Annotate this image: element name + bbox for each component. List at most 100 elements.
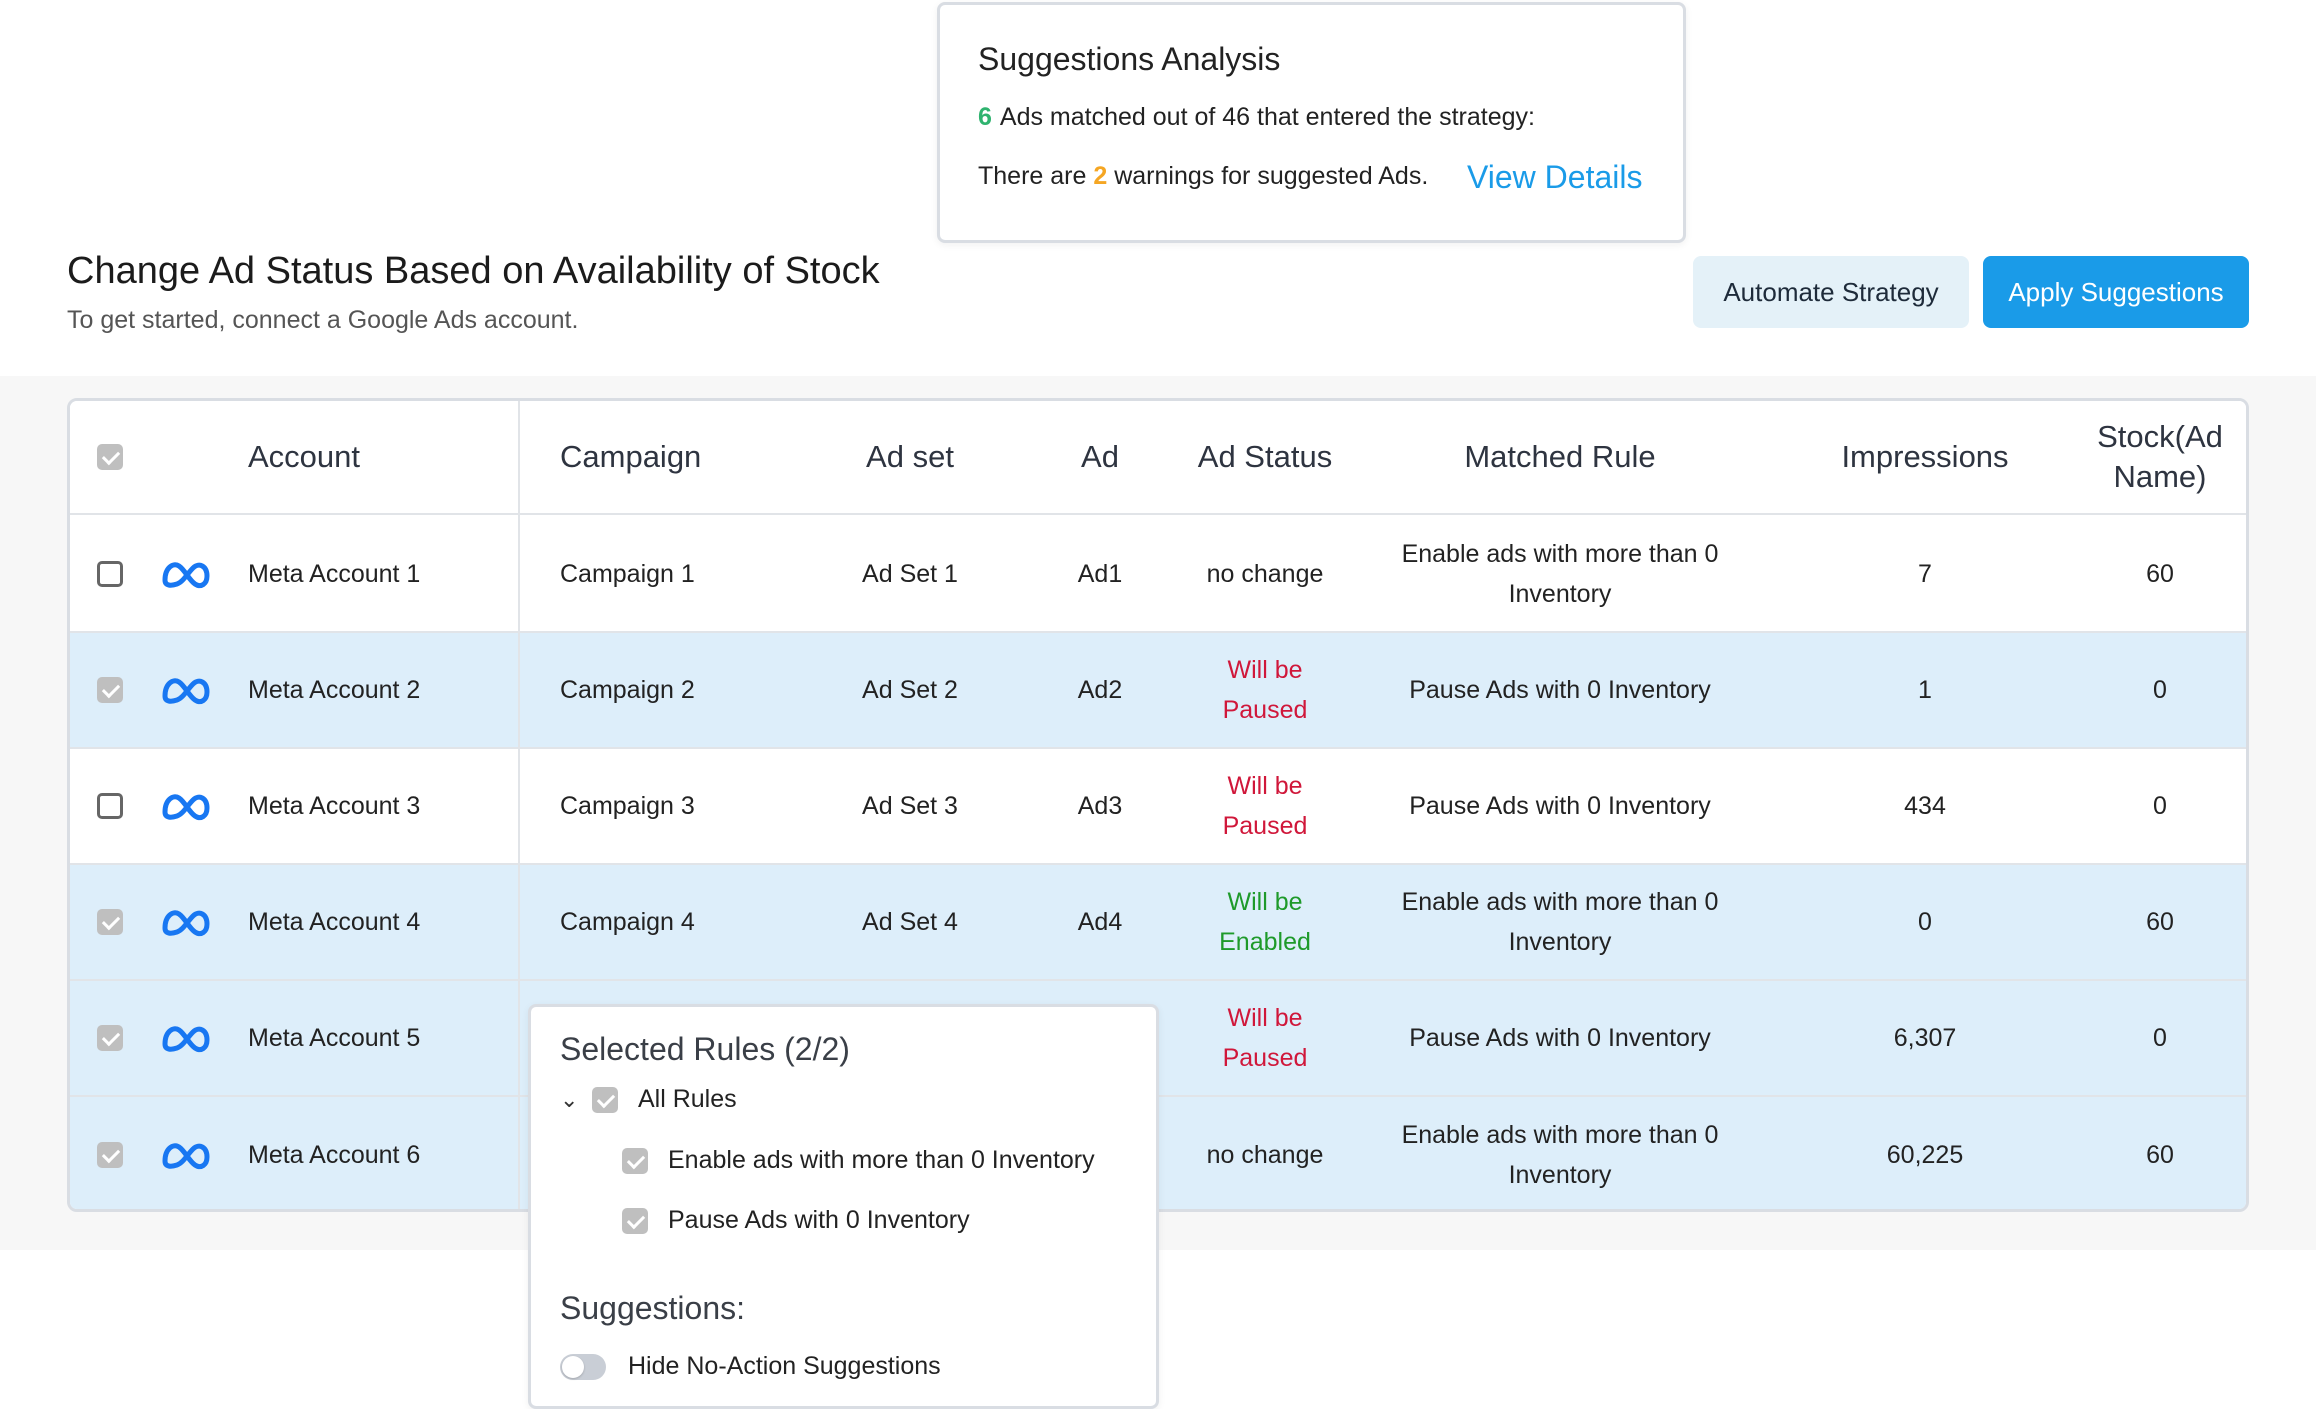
column-header-adset[interactable]: Ad set bbox=[810, 401, 1010, 513]
rule-line2: Inventory bbox=[1508, 1161, 1612, 1189]
warnings-count: 2 bbox=[1093, 162, 1108, 190]
hide-no-action-toggle[interactable] bbox=[560, 1353, 606, 1380]
status-line1: Will be bbox=[1227, 888, 1303, 916]
meta-logo-icon bbox=[162, 910, 210, 937]
stock-cell: 60 bbox=[2146, 908, 2174, 936]
matched-rule-cell: Pause Ads with 0 Inventory bbox=[1370, 749, 1750, 863]
row-checkbox-cell bbox=[90, 865, 130, 979]
rule-item-enable[interactable]: Enable ads with more than 0 Inventory bbox=[622, 1146, 1095, 1175]
rule-enable-checkbox[interactable] bbox=[622, 1147, 648, 1174]
row-checkbox[interactable] bbox=[97, 1142, 123, 1168]
row-checkbox[interactable] bbox=[97, 1025, 123, 1051]
matched-text: Ads matched out of 46 that entered the s… bbox=[999, 103, 1535, 131]
column-header-matched-rule[interactable]: Matched Rule bbox=[1370, 401, 1750, 513]
status-line1: no change bbox=[1206, 1141, 1324, 1169]
stock-header-line2: Name) bbox=[2113, 459, 2207, 494]
column-header-impressions[interactable]: Impressions bbox=[1760, 401, 2090, 513]
warnings-suffix: warnings for suggested Ads. bbox=[1114, 162, 1429, 190]
rule-pause-checkbox[interactable] bbox=[622, 1207, 648, 1234]
table-row[interactable]: Meta Account 3 Campaign 3 Ad Set 3 Ad3 Will … bbox=[70, 749, 2246, 865]
meta-logo-icon bbox=[162, 678, 210, 705]
status-line1: Will be bbox=[1227, 1004, 1303, 1032]
stock-cell: 0 bbox=[2153, 1024, 2167, 1052]
rule-line1: Enable ads with more than 0 bbox=[1401, 888, 1719, 916]
matched-rule-cell: Enable ads with more than 0 Inventory bbox=[1370, 517, 1750, 631]
adset-cell: Ad Set 1 bbox=[862, 560, 958, 588]
adset-cell: Ad Set 2 bbox=[862, 676, 958, 704]
table-row[interactable]: Meta Account 1 Campaign 1 Ad Set 1 Ad1 no ch… bbox=[70, 517, 2246, 633]
stock-cell: 0 bbox=[2153, 676, 2167, 704]
rule-line1: Pause Ads with 0 Inventory bbox=[1409, 792, 1711, 820]
suggestions-title: Suggestions: bbox=[560, 1290, 746, 1326]
selected-rules-title: Selected Rules (2/2) bbox=[560, 1031, 850, 1067]
campaign-cell: Campaign 1 bbox=[560, 560, 695, 588]
ad-status-cell: Will be Paused bbox=[1160, 633, 1370, 747]
rule-pause-label: Pause Ads with 0 Inventory bbox=[668, 1206, 970, 1234]
adset-cell: Ad Set 4 bbox=[862, 908, 958, 936]
column-divider bbox=[518, 401, 520, 1209]
account-cell: Meta Account 2 bbox=[248, 676, 421, 704]
status-line2: Enabled bbox=[1219, 928, 1311, 956]
account-cell: Meta Account 1 bbox=[248, 560, 421, 588]
impressions-cell: 0 bbox=[1918, 908, 1932, 936]
ad-status-cell: Will be Enabled bbox=[1160, 865, 1370, 979]
ad-status-cell: Will be Paused bbox=[1160, 749, 1370, 863]
table-row[interactable]: Meta Account 2 Campaign 2 Ad Set 2 Ad2 Will … bbox=[70, 633, 2246, 749]
rule-line2: Inventory bbox=[1508, 580, 1612, 608]
view-details-link[interactable]: View Details bbox=[1467, 159, 1642, 196]
row-checkbox[interactable] bbox=[97, 909, 123, 935]
rule-line1: Enable ads with more than 0 bbox=[1401, 1121, 1719, 1149]
impressions-cell: 7 bbox=[1918, 560, 1932, 588]
account-cell: Meta Account 3 bbox=[248, 792, 421, 820]
stock-cell: 0 bbox=[2153, 792, 2167, 820]
status-line2: Paused bbox=[1222, 812, 1308, 840]
impressions-cell: 6,307 bbox=[1893, 1024, 1957, 1052]
automate-strategy-button[interactable]: Automate Strategy bbox=[1693, 256, 1969, 328]
rule-line1: Enable ads with more than 0 bbox=[1401, 540, 1719, 568]
column-header-campaign[interactable]: Campaign bbox=[560, 401, 760, 513]
row-checkbox-cell bbox=[90, 1097, 130, 1209]
all-rules-checkbox[interactable] bbox=[592, 1086, 618, 1113]
campaign-cell: Campaign 3 bbox=[560, 792, 695, 820]
row-checkbox[interactable] bbox=[97, 561, 123, 587]
ad-cell: Ad1 bbox=[1077, 560, 1123, 588]
rule-enable-label: Enable ads with more than 0 Inventory bbox=[668, 1146, 1095, 1174]
row-checkbox-cell bbox=[90, 633, 130, 747]
account-cell: Meta Account 4 bbox=[248, 908, 421, 936]
select-all-checkbox[interactable] bbox=[97, 444, 123, 470]
page-title: Change Ad Status Based on Availability o… bbox=[67, 250, 880, 292]
impressions-cell: 1 bbox=[1918, 676, 1932, 704]
matched-rule-cell: Pause Ads with 0 Inventory bbox=[1370, 633, 1750, 747]
matched-rule-cell: Enable ads with more than 0 Inventory bbox=[1370, 865, 1750, 979]
ad-status-cell: no change bbox=[1160, 517, 1370, 631]
analysis-matched-line: 6 Ads matched out of 46 that entered the … bbox=[978, 103, 1535, 132]
analysis-warnings-line: There are 2 warnings for suggested Ads. bbox=[978, 162, 1428, 191]
impressions-cell: 434 bbox=[1904, 792, 1946, 820]
apply-suggestions-button[interactable]: Apply Suggestions bbox=[1983, 256, 2249, 328]
row-checkbox[interactable] bbox=[97, 793, 123, 819]
rule-line2: Inventory bbox=[1508, 928, 1612, 956]
hide-no-action-item[interactable]: Hide No-Action Suggestions bbox=[560, 1352, 941, 1381]
chevron-down-icon[interactable]: ⌄ bbox=[560, 1087, 578, 1113]
hide-no-action-label: Hide No-Action Suggestions bbox=[628, 1352, 941, 1380]
meta-logo-icon bbox=[162, 1026, 210, 1053]
meta-logo-icon bbox=[162, 562, 210, 589]
column-header-ad[interactable]: Ad bbox=[1040, 401, 1160, 513]
row-checkbox[interactable] bbox=[97, 677, 123, 703]
column-header-stock[interactable]: Stock(Ad Name) bbox=[2070, 401, 2246, 513]
meta-logo-icon bbox=[162, 794, 210, 821]
all-rules-item[interactable]: ⌄ All Rules bbox=[560, 1085, 737, 1114]
column-header-account[interactable]: Account bbox=[248, 401, 508, 513]
rule-item-pause[interactable]: Pause Ads with 0 Inventory bbox=[622, 1206, 970, 1235]
stock-cell: 60 bbox=[2146, 1141, 2174, 1169]
status-line1: Will be bbox=[1227, 772, 1303, 800]
stock-cell: 60 bbox=[2146, 560, 2174, 588]
header-checkbox-cell bbox=[90, 401, 130, 513]
impressions-cell: 60,225 bbox=[1886, 1141, 1964, 1169]
table-row[interactable]: Meta Account 4 Campaign 4 Ad Set 4 Ad4 Will … bbox=[70, 865, 2246, 981]
column-header-ad-status[interactable]: Ad Status bbox=[1160, 401, 1370, 513]
campaign-cell: Campaign 2 bbox=[560, 676, 695, 704]
row-icon-cell bbox=[155, 517, 215, 631]
status-line1: Will be bbox=[1227, 656, 1303, 684]
account-cell: Meta Account 6 bbox=[248, 1141, 421, 1169]
